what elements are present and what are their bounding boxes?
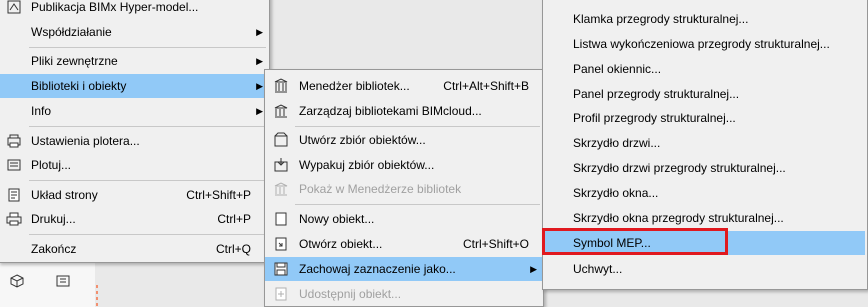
menu-item-plot[interactable]: Plotuj... [0,153,269,177]
page-setup-icon [6,187,22,203]
submenu-arrow-icon: ▶ [256,27,263,37]
menu-item-external-files[interactable]: Pliki zewnętrzne ▶ [0,49,269,73]
menu-item-label: Nowy obiekt... [299,212,375,226]
menu-item-handle[interactable]: Uchwyt... [543,257,867,281]
background-toolbar [0,263,95,307]
menu-item-curtain-wall-profile[interactable]: Profil przegrody strukturalnej... [543,106,867,130]
menu-item-label: Ustawienia plotera... [31,134,140,148]
menu-item-label: Skrzydło drzwi przegrody strukturalnej..… [573,161,786,175]
menu-separator [29,126,266,127]
menu-item-label: Pokaż w Menedżerze bibliotek [299,182,462,196]
menu-item-shortcut: Ctrl+Shift+P [186,188,251,202]
menu-item-label: Utwórz zbiór obiektów... [299,133,426,147]
save-selection-as-submenu: Klamka przegrody strukturalnej... Listwa… [542,0,868,290]
menu-item-collaboration[interactable]: Współdziałanie ▶ [0,20,269,44]
menu-item-mep-symbol[interactable]: Symbol MEP... [545,231,865,255]
menu-item-plotter-setup[interactable]: Ustawienia plotera... [0,129,269,153]
libraries-objects-submenu: Menedżer bibliotek... Ctrl+Alt+Shift+B Z… [264,69,544,307]
file-menu: Publikacja BIMx Hyper-model... Współdzia… [0,0,270,263]
menu-item-label: Drukuj... [31,212,76,226]
menu-separator [295,204,540,205]
menu-item-label: Otwórz obiekt... [299,237,383,251]
save-selection-icon [273,261,289,277]
menu-item-curtain-wall-door-leaf[interactable]: Skrzydło drzwi przegrody strukturalnej..… [543,156,867,180]
menu-item-label: Panel okiennic... [573,62,662,76]
bimx-icon [6,0,22,15]
library-manager-icon [273,78,289,94]
menu-item-info[interactable]: Info ▶ [0,99,269,123]
menu-item-label: Wypakuj zbiór obiektów... [299,158,435,172]
menu-item-create-object-container[interactable]: Utwórz zbiór obiektów... [265,128,543,152]
menu-item-show-in-library-manager[interactable]: Pokaż w Menedżerze bibliotek [265,177,543,201]
menu-item-label: Udostępnij obiekt... [299,287,402,301]
menu-item-label: Symbol MEP... [573,236,651,250]
menu-separator [29,47,266,48]
menu-item-label: Biblioteki i obiekty [31,79,127,93]
submenu-arrow-icon: ▶ [256,56,263,66]
menu-item-label: Skrzydło drzwi... [573,136,661,150]
menu-separator [29,234,266,235]
menu-item-label: Menedżer bibliotek... [299,79,410,93]
menu-item-shutter-panel[interactable]: Panel okiennic... [543,57,867,81]
menu-item-window-sash[interactable]: Skrzydło okna... [543,181,867,205]
menu-item-label: Zakończ [31,242,77,256]
menu-item-exit[interactable]: Zakończ Ctrl+Q [0,237,269,261]
menu-item-page-setup[interactable]: Układ strony Ctrl+Shift+P [0,183,269,207]
menu-item-label: Panel przegrody strukturalnej... [573,87,740,101]
menu-item-label: Info [31,104,52,118]
menu-item-library-manager[interactable]: Menedżer bibliotek... Ctrl+Alt+Shift+B [265,74,543,98]
submenu-arrow-icon: ▶ [530,264,537,274]
new-object-icon [273,211,289,227]
menu-item-label: Uchwyt... [573,262,623,276]
plotter-icon [6,157,22,173]
open-object-icon [273,236,289,252]
menu-item-label: Plotuj... [31,158,72,172]
menu-item-label: Profil przegrody strukturalnej... [573,111,736,125]
menu-item-save-selection-as[interactable]: Zachowaj zaznaczenie jako... ▶ [265,257,543,281]
menu-item-label: Listwa wykończeniowa przegrody struktura… [573,37,830,51]
menu-item-label: Publikacja BIMx Hyper-model... [31,0,199,14]
menu-item-label: Klamka przegrody strukturalnej... [573,12,749,26]
menu-item-extract-object-container[interactable]: Wypakuj zbiór obiektów... [265,153,543,177]
menu-item-label: Skrzydło okna przegrody strukturalnej... [573,211,784,225]
extract-container-icon [273,157,289,173]
menu-item-curtain-wall-trim[interactable]: Listwa wykończeniowa przegrody struktura… [543,32,867,56]
menu-item-manage-bimcloud-libraries[interactable]: Zarządzaj bibliotekami BIMcloud... [265,99,543,123]
share-object-icon [273,286,289,302]
menu-item-shortcut: Ctrl+Q [215,242,251,256]
menu-item-curtain-wall-panel[interactable]: Panel przegrody strukturalnej... [543,82,867,106]
menu-item-print[interactable]: Drukuj... Ctrl+P [0,207,269,231]
create-container-icon [273,132,289,148]
bimcloud-library-icon [273,103,289,119]
menu-item-shortcut: Ctrl+P [217,212,251,226]
menu-item-label: Układ strony [31,188,98,202]
menu-item-label: Pliki zewnętrzne [31,54,118,68]
submenu-arrow-icon: ▶ [256,81,263,91]
menu-item-shortcut: Ctrl+Shift+O [462,237,529,251]
show-in-library-icon [273,181,289,197]
object-tool-icon[interactable] [55,273,71,289]
menu-item-door-leaf[interactable]: Skrzydło drzwi... [543,131,867,155]
menu-item-curtain-wall-handle[interactable]: Klamka przegrody strukturalnej... [543,7,867,31]
menu-item-curtain-wall-window-sash[interactable]: Skrzydło okna przegrody strukturalnej... [543,206,867,230]
printer-icon [6,211,22,227]
menu-item-libraries-objects[interactable]: Biblioteki i obiekty ▶ [0,74,269,98]
cube-icon[interactable] [9,273,25,289]
menu-item-share-object[interactable]: Udostępnij obiekt... [265,282,543,306]
menu-item-open-object[interactable]: Otwórz obiekt... Ctrl+Shift+O [265,232,543,256]
submenu-arrow-icon: ▶ [256,106,263,116]
menu-separator [295,126,540,127]
menu-item-bimx-publish[interactable]: Publikacja BIMx Hyper-model... [0,0,269,19]
menu-item-label: Zarządzaj bibliotekami BIMcloud... [299,104,482,118]
menu-item-shortcut: Ctrl+Alt+Shift+B [443,79,529,93]
menu-item-new-object[interactable]: Nowy obiekt... [265,207,543,231]
menu-item-label: Zachowaj zaznaczenie jako... [299,262,456,276]
background-guide-line [96,285,98,307]
menu-item-label: Współdziałanie [31,25,112,39]
plotter-settings-icon [6,133,22,149]
menu-item-label: Skrzydło okna... [573,186,659,200]
menu-separator [29,180,266,181]
